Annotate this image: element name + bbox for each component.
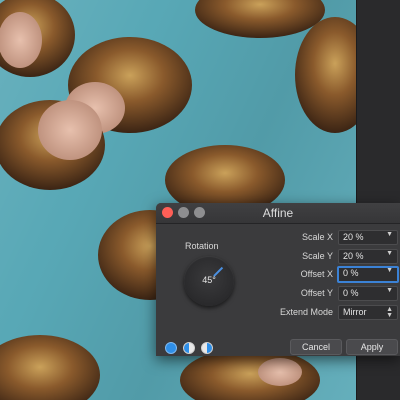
dialog-title: Affine: [262, 206, 294, 220]
extend-mode-value: Mirror: [343, 307, 367, 317]
preview-mode-compare-icon[interactable]: [201, 342, 213, 354]
rotation-value: 45°: [202, 275, 216, 285]
dialog-titlebar[interactable]: Affine: [156, 203, 400, 224]
offset-y-field[interactable]: 0 % ▼: [338, 286, 398, 301]
offset-x-label: Offset X: [300, 269, 333, 279]
cancel-button[interactable]: Cancel: [290, 339, 342, 355]
tile-face: [258, 358, 302, 386]
chevron-down-icon: ▼: [386, 231, 393, 238]
offset-y-label: Offset Y: [300, 288, 333, 298]
tile-head: [195, 0, 325, 38]
scale-x-field[interactable]: 20 % ▼: [338, 230, 398, 245]
preview-mode-split-icon[interactable]: [183, 342, 195, 354]
preview-mode-full-icon[interactable]: [165, 342, 177, 354]
rotation-dial[interactable]: 45°: [184, 256, 234, 306]
chevron-down-icon: ▼: [386, 267, 393, 274]
apply-button[interactable]: Apply: [346, 339, 398, 355]
rotation-label: Rotation: [185, 241, 219, 251]
scale-y-field[interactable]: 20 % ▼: [338, 249, 398, 264]
affine-dialog: Affine Rotation 45° Scale X 20 % ▼ Scale…: [156, 203, 400, 356]
offset-x-value: 0 %: [343, 268, 359, 278]
scale-x-value: 20 %: [343, 232, 364, 242]
scale-y-value: 20 %: [343, 251, 364, 261]
offset-y-value: 0 %: [343, 288, 359, 298]
tile-face: [0, 12, 42, 68]
offset-x-field[interactable]: 0 % ▼: [337, 266, 399, 283]
tile-head: [0, 335, 100, 400]
chevron-down-icon: ▼: [386, 287, 393, 294]
tile-head: [295, 17, 356, 133]
scale-x-label: Scale X: [301, 232, 333, 242]
extend-mode-label: Extend Mode: [279, 307, 333, 317]
chevron-down-icon: ▼: [386, 250, 393, 257]
tile-face: [38, 100, 102, 160]
extend-mode-select[interactable]: Mirror ▲ ▼: [338, 305, 398, 320]
scale-y-label: Scale Y: [302, 251, 333, 261]
stepper-arrows-icon: ▲ ▼: [386, 306, 393, 319]
